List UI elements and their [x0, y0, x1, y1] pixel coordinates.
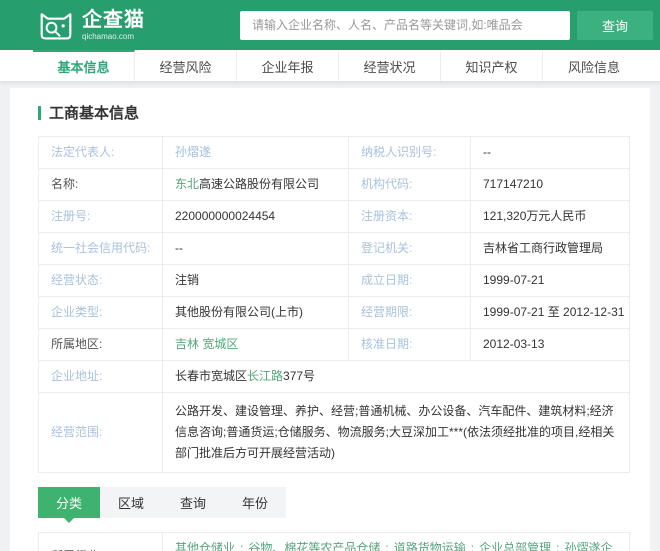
subtab-year[interactable]: 年份: [224, 487, 286, 518]
company-info-card: 工商基本信息 法定代表人: 孙熠遂 纳税人识别号: -- 名称: 东北高速公路股…: [10, 88, 650, 551]
table-row: 经营状态: 注销 成立日期: 1999-07-21: [38, 264, 630, 297]
table-row: 企业地址: 长春市宽城区长江路377号: [38, 360, 630, 393]
main-nav: 基本信息 经营风险 企业年报 经营状况 知识产权 风险信息: [0, 50, 660, 82]
tag-link[interactable]: 企业总部管理: [479, 541, 551, 551]
field-label: 法定代表人:: [38, 136, 163, 169]
field-label: 经营范围:: [38, 392, 163, 473]
tag-separator: ;: [470, 541, 475, 551]
region-link[interactable]: 吉林 宽城区: [175, 337, 238, 351]
address-text: 377号: [283, 369, 316, 383]
section-accent-bar: [38, 105, 41, 120]
tag-separator: ;: [385, 541, 389, 551]
field-label: 注册号:: [38, 200, 163, 233]
field-value: 2012-03-13: [470, 328, 630, 361]
field-label: 经营状态:: [38, 264, 163, 297]
table-row: 经营范围: 公路开发、建设管理、养护、经营;普通机械、办公设备、汽车配件、建筑材…: [38, 392, 630, 473]
registration-info-table: 法定代表人: 孙熠遂 纳税人识别号: -- 名称: 东北高速公路股份有限公司 机…: [38, 136, 630, 473]
tab-basic-info[interactable]: 基本信息: [33, 50, 135, 81]
search-bar: 查询: [240, 10, 653, 40]
search-button[interactable]: 查询: [577, 10, 653, 40]
field-value: 1999-07-21 至 2012-12-31: [470, 296, 630, 329]
search-input[interactable]: [240, 10, 570, 40]
table-row: 所属行业: 其他仓储业;谷物、棉花等农产品仓储;道路货物运输;企业总部管理;孙熠…: [38, 532, 630, 551]
company-name-text: 高速公路股份有限公司: [199, 177, 320, 191]
filter-subtabs: 分类 区域 查询 年份: [38, 487, 287, 523]
tag-separator: ;: [556, 541, 560, 551]
field-label: 所属行业:: [38, 532, 163, 551]
field-value: 121,320万元人民币: [470, 200, 630, 233]
address-text: 长春市宽城区: [175, 369, 248, 383]
table-row: 法定代表人: 孙熠遂 纳税人识别号: --: [38, 136, 630, 169]
table-row: 名称: 东北高速公路股份有限公司 机构代码: 717147210: [38, 168, 630, 201]
field-label: 名称:: [38, 168, 163, 201]
tab-ip[interactable]: 知识产权: [441, 50, 543, 81]
field-label: 注册资本:: [348, 200, 471, 233]
field-value: 吉林省工商行政管理局: [470, 232, 630, 265]
company-address: 长春市宽城区长江路377号: [162, 360, 630, 393]
table-row: 所属地区: 吉林 宽城区 核准日期: 2012-03-13: [38, 328, 630, 361]
field-label: 成立日期:: [348, 264, 471, 297]
subtab-query[interactable]: 查询: [162, 487, 224, 518]
field-label: 统一社会信用代码:: [38, 232, 163, 265]
industry-tag-list: 其他仓储业;谷物、棉花等农产品仓储;道路货物运输;企业总部管理;孙熠遂企业查询: [162, 532, 630, 551]
tag-link[interactable]: 道路货物运输: [394, 541, 466, 551]
field-label: 所属地区:: [38, 328, 163, 361]
field-value: 1999-07-21: [470, 264, 630, 297]
tag-table: 所属行业: 其他仓储业;谷物、棉花等农产品仓储;道路货物运输;企业总部管理;孙熠…: [38, 532, 630, 551]
field-label: 经营期限:: [348, 296, 471, 329]
section-header: 工商基本信息: [38, 102, 630, 123]
field-label: 企业类型:: [38, 296, 163, 329]
subtab-region[interactable]: 区域: [100, 487, 162, 518]
tab-business-risk[interactable]: 经营风险: [135, 50, 237, 81]
business-scope: 公路开发、建设管理、养护、经营;普通机械、办公设备、汽车配件、建筑材料;经济信息…: [162, 392, 630, 473]
field-value: 东北高速公路股份有限公司: [162, 168, 349, 201]
field-value: 其他股份有限公司(上市): [162, 296, 349, 329]
subtab-category[interactable]: 分类: [38, 487, 101, 523]
brand-domain: qichamao.com: [82, 31, 135, 41]
field-value: 717147210: [470, 168, 630, 201]
tag-separator: ;: [240, 541, 244, 551]
tag-link[interactable]: 其他仓储业: [175, 541, 235, 551]
table-row: 统一社会信用代码: -- 登记机关: 吉林省工商行政管理局: [38, 232, 630, 265]
tab-risk-info[interactable]: 风险信息: [543, 50, 645, 81]
tab-business-status[interactable]: 经营状况: [339, 50, 441, 81]
page-content: 工商基本信息 法定代表人: 孙熠遂 纳税人识别号: -- 名称: 东北高速公路股…: [0, 82, 660, 551]
field-value: --: [162, 232, 349, 265]
street-link[interactable]: 长江路: [247, 369, 283, 383]
brand-logo[interactable]: 企查猫 qichamao.com: [38, 8, 145, 42]
app-header: 企查猫 qichamao.com 查询: [0, 0, 660, 50]
field-value: 220000000024454: [162, 200, 349, 233]
field-value: 孙熠遂: [162, 136, 349, 169]
field-label: 机构代码:: [348, 168, 471, 201]
field-value: 吉林 宽城区: [162, 328, 349, 361]
brand-name: 企查猫: [82, 8, 145, 31]
qichamao-cat-icon: [38, 8, 74, 42]
tab-annual-report[interactable]: 企业年报: [237, 50, 339, 81]
section-title: 工商基本信息: [49, 105, 140, 122]
field-label: 纳税人识别号:: [348, 136, 471, 169]
tag-link[interactable]: 谷物、棉花等农产品仓储: [248, 541, 380, 551]
field-value: --: [470, 136, 630, 169]
field-label: 登记机关:: [348, 232, 471, 265]
field-value: 注销: [162, 264, 349, 297]
field-label: 企业地址:: [38, 360, 163, 393]
field-label: 核准日期:: [348, 328, 471, 361]
company-name-link[interactable]: 东北: [175, 177, 199, 191]
legal-rep-link[interactable]: 孙熠遂: [175, 145, 211, 159]
table-row: 注册号: 220000000024454 注册资本: 121,320万元人民币: [38, 200, 630, 233]
table-row: 企业类型: 其他股份有限公司(上市) 经营期限: 1999-07-21 至 20…: [38, 296, 630, 329]
